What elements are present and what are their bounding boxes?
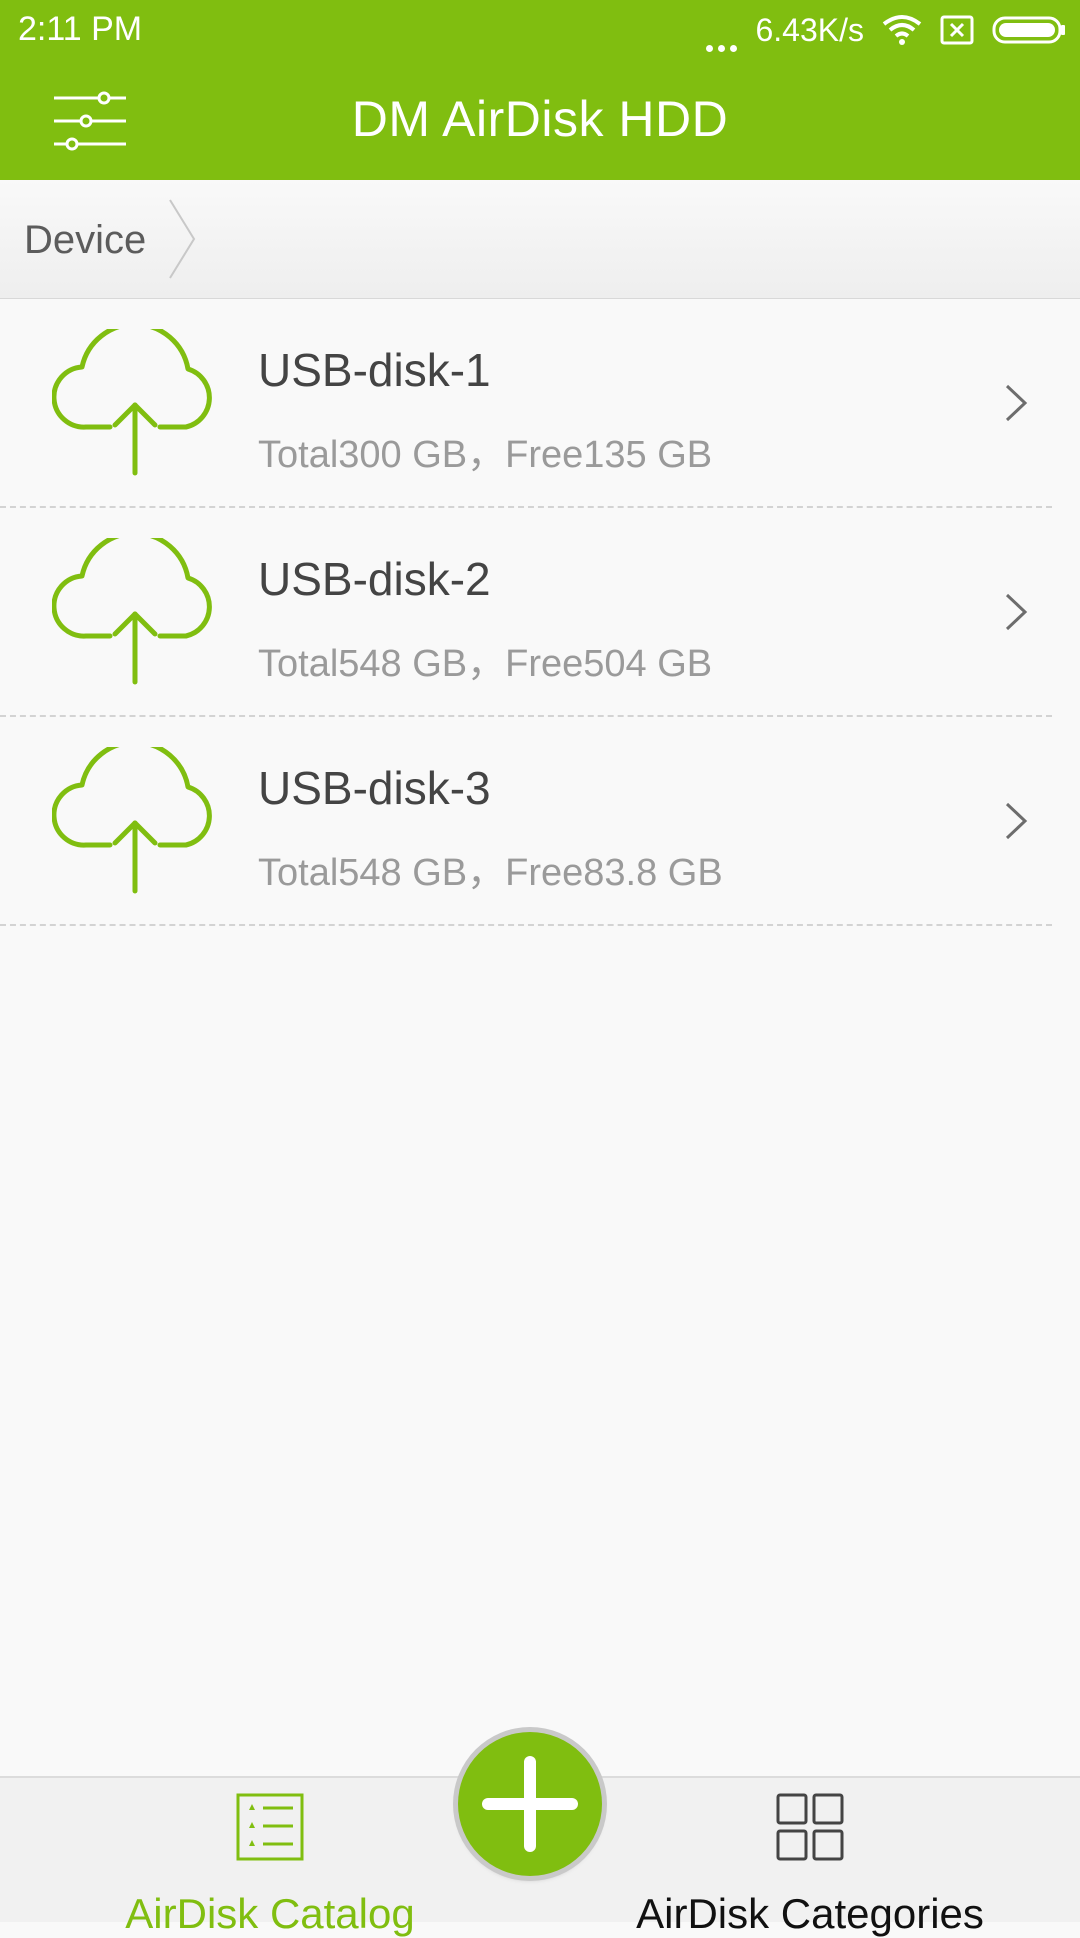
disk-capacity: Total548 GB，Free83.8 GB xyxy=(258,852,723,894)
chevron-right-icon xyxy=(1005,593,1028,631)
app-bar: DM AirDisk HDD xyxy=(0,60,1080,180)
chevron-right-icon xyxy=(1005,384,1028,422)
tab-airdisk-categories[interactable]: AirDisk Categories xyxy=(630,1778,990,1937)
network-speed: 6.43K/s xyxy=(755,11,864,48)
sim-off-icon xyxy=(940,15,974,45)
grid-icon xyxy=(776,1793,844,1861)
catalog-list-icon xyxy=(236,1793,304,1861)
divider xyxy=(0,924,1052,926)
cloud-upload-icon xyxy=(52,747,212,894)
dots-icon xyxy=(706,8,738,52)
tab-airdisk-catalog[interactable]: AirDisk Catalog xyxy=(110,1778,430,1937)
cloud-upload-icon xyxy=(52,538,212,685)
tab-label: AirDisk Categories xyxy=(636,1890,984,1937)
list-item[interactable]: USB-disk-3 Total548 GB，Free83.8 GB xyxy=(0,717,1080,926)
breadcrumb: Device xyxy=(0,180,1080,299)
breadcrumb-separator-icon xyxy=(169,199,196,279)
status-bar: 2:11 PM 6.43K/s xyxy=(0,0,1080,60)
add-button[interactable] xyxy=(458,1732,602,1876)
breadcrumb-item-device[interactable]: Device xyxy=(24,218,146,263)
disk-capacity: Total300 GB，Free135 GB xyxy=(258,434,713,476)
page-title: DM AirDisk HDD xyxy=(351,91,729,147)
cloud-upload-icon xyxy=(52,329,212,476)
device-list: USB-disk-1 Total300 GB，Free135 GB USB-di… xyxy=(0,299,1080,926)
tab-label: AirDisk Catalog xyxy=(125,1890,415,1937)
chevron-right-icon xyxy=(1005,802,1028,840)
status-icons: 6.43K/s xyxy=(706,8,1066,52)
list-item[interactable]: USB-disk-1 Total300 GB，Free135 GB xyxy=(0,299,1080,508)
wifi-icon xyxy=(882,15,922,45)
disk-name: USB-disk-3 xyxy=(258,762,491,814)
disk-name: USB-disk-1 xyxy=(258,344,491,396)
status-time: 2:11 PM xyxy=(18,10,143,48)
battery-icon xyxy=(992,16,1065,44)
plus-icon xyxy=(482,1756,578,1852)
disk-capacity: Total548 GB，Free504 GB xyxy=(258,643,713,685)
list-item[interactable]: USB-disk-2 Total548 GB，Free504 GB xyxy=(0,508,1080,717)
disk-name: USB-disk-2 xyxy=(258,553,491,605)
